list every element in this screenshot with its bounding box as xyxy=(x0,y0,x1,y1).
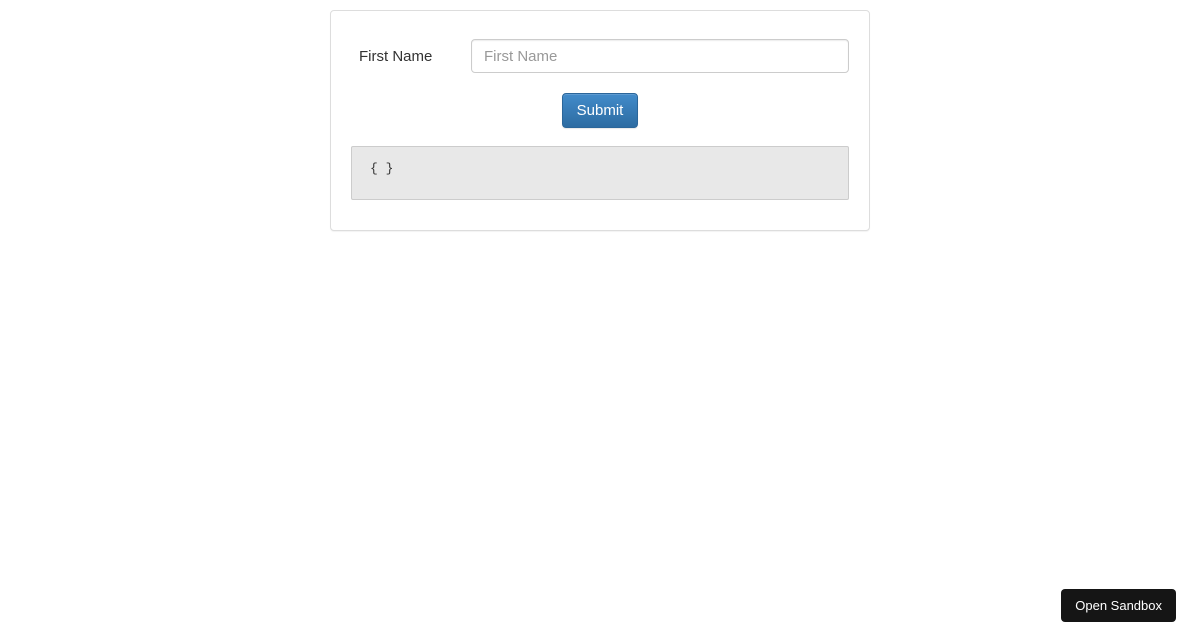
form-row-first-name: First Name xyxy=(351,31,849,73)
output-display: { } xyxy=(351,146,849,200)
form-panel: First Name Submit { } xyxy=(330,10,870,231)
submit-row: Submit xyxy=(351,93,849,128)
open-sandbox-button[interactable]: Open Sandbox xyxy=(1061,589,1176,622)
first-name-label: First Name xyxy=(351,48,471,65)
submit-button[interactable]: Submit xyxy=(562,93,639,128)
first-name-input[interactable] xyxy=(471,39,849,73)
